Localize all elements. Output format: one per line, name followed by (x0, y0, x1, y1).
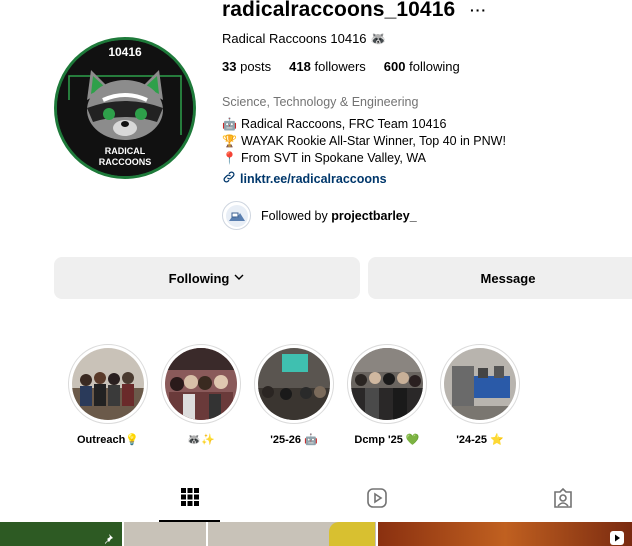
avatar-text-raccoons: RACCOONS (99, 157, 152, 167)
bio-line: 🤖 Radical Raccoons, FRC Team 10416 (222, 116, 506, 133)
highlight-label: '25-26 🤖 (270, 434, 318, 446)
tab-reels[interactable] (346, 478, 407, 522)
pin-icon: 📍 (222, 151, 237, 165)
highlight-label: Dcmp '25 💚 (354, 434, 420, 446)
highlight-item[interactable]: 🦝✨ (161, 344, 241, 446)
highlight-label: '24-25 ⭐ (456, 434, 504, 446)
username: radicalraccoons_10416 (222, 0, 456, 21)
bio-text: WAYAK Rookie All-Star Winner, Top 40 in … (241, 134, 506, 148)
followed-by-text: Followed by projectbarley_ (261, 208, 417, 223)
highlight-cover (258, 348, 330, 420)
highlight-cover (444, 348, 516, 420)
tab-posts[interactable] (159, 478, 220, 522)
followed-by[interactable]: Followed by projectbarley_ (222, 201, 417, 230)
highlight-ring[interactable] (161, 344, 241, 424)
follower-avatar[interactable] (222, 201, 251, 230)
bio-link[interactable]: linktr.ee/radicalraccoons (222, 170, 387, 187)
avatar-image: 10416 RADICAL RACCOONS (57, 40, 193, 176)
bio-text: Radical Raccoons, FRC Team 10416 (241, 117, 447, 131)
pin-icon (102, 532, 114, 546)
highlight-cover (72, 348, 144, 420)
chevron-down-icon (233, 271, 245, 286)
highlight-item[interactable]: Dcmp '25 💚 (347, 344, 427, 446)
post-thumbnail-shape (329, 522, 375, 546)
avatar-text-radical: RADICAL (105, 146, 146, 156)
bio: 🤖 Radical Raccoons, FRC Team 10416 🏆 WAY… (222, 116, 506, 167)
reels-icon (366, 487, 388, 514)
grid-post[interactable] (124, 522, 376, 546)
message-button-label: Message (480, 270, 536, 286)
highlight-item[interactable]: '25-26 🤖 (254, 344, 334, 446)
grid-icon (180, 487, 200, 512)
grid-post[interactable] (378, 522, 632, 546)
highlight-label: 🦝✨ (187, 434, 215, 446)
bio-line: 🏆 WAYAK Rookie All-Star Winner, Top 40 i… (222, 133, 506, 150)
highlight-item[interactable]: Outreach💡 (68, 344, 148, 446)
following-stat[interactable]: 600 following (384, 59, 460, 74)
following-button-label: Following (168, 270, 230, 286)
bio-text: From SVT in Spokane Valley, WA (241, 151, 427, 165)
divider (206, 522, 208, 546)
bio-link-text[interactable]: linktr.ee/radicalraccoons (240, 172, 387, 186)
more-options-button[interactable]: ··· (470, 2, 487, 18)
highlight-ring[interactable] (68, 344, 148, 424)
following-button[interactable]: Following (54, 257, 360, 299)
link-icon (222, 170, 236, 187)
reel-play-icon (610, 531, 624, 546)
display-name: Radical Raccoons 10416 🦝 (222, 31, 387, 46)
story-highlights: Outreach💡 🦝✨ '25-26 🤖 Dcmp '25 💚 '24-25 … (68, 344, 520, 446)
trophy-icon: 🏆 (222, 134, 237, 148)
robot-icon: 🤖 (222, 117, 237, 131)
highlight-item[interactable]: '24-25 ⭐ (440, 344, 520, 446)
highlight-ring[interactable] (440, 344, 520, 424)
followers-stat[interactable]: 418 followers (289, 59, 366, 74)
highlight-cover (351, 348, 423, 420)
highlight-ring[interactable] (347, 344, 427, 424)
posts-grid (0, 522, 632, 546)
tab-tagged[interactable] (532, 478, 593, 522)
bio-line: 📍 From SVT in Spokane Valley, WA (222, 150, 506, 167)
profile-avatar[interactable]: 10416 RADICAL RACCOONS (54, 37, 196, 179)
highlight-cover (165, 348, 237, 420)
avatar-team-number: 10416 (108, 45, 142, 59)
posts-stat: 33 posts (222, 59, 272, 74)
message-button[interactable]: Message (368, 257, 632, 299)
grid-post[interactable] (0, 522, 122, 546)
profile-tabs (0, 478, 632, 522)
tagged-icon (552, 487, 574, 514)
profile-stats: 33 posts 418 followers 600 following (222, 59, 460, 74)
highlight-label: Outreach💡 (77, 434, 139, 446)
profile-category: Science, Technology & Engineering (222, 95, 419, 109)
highlight-ring[interactable] (254, 344, 334, 424)
